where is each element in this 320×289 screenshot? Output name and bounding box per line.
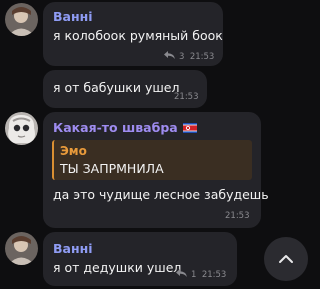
message-time: 21:53 (201, 270, 227, 280)
message-text: да это чудище лесное забудешь (53, 187, 269, 202)
message-text: я колобоок румяный боок (53, 28, 223, 43)
reply-count: 1 (191, 270, 197, 280)
quote-author: Эмо (60, 144, 87, 158)
chat-view: Ванні я колобоок румяный боок 3 21:53 я … (0, 0, 320, 289)
sender-name[interactable]: Ванні (53, 241, 93, 256)
north-korea-flag-icon (183, 121, 198, 136)
avatar[interactable] (5, 112, 38, 145)
message-bubble[interactable]: Ванні я колобоок румяный боок 3 21:53 (43, 2, 223, 66)
message-bubble[interactable]: я от бабушки ушел 21:53 (43, 70, 207, 108)
message-bubble[interactable]: Ванні я от дедушки ушел 1 21:53 (43, 232, 237, 286)
reply-quote[interactable]: Эмо ТЫ ЗАПРМНИЛА (52, 140, 252, 180)
sender-name[interactable]: Ванні (53, 9, 93, 24)
message-meta: 1 21:53 (176, 269, 226, 280)
message-bubble[interactable]: Какая-то швабра Эмо ТЫ ЗАПРМНИЛА да это … (43, 112, 269, 228)
message-time: 21:53 (174, 92, 199, 102)
avatar[interactable] (5, 232, 38, 265)
message-text: я от дедушки ушел (53, 260, 182, 275)
quote-text: ТЫ ЗАПРМНИЛА (60, 161, 164, 176)
message-time: 21:53 (225, 211, 250, 221)
scroll-up-button[interactable] (264, 237, 308, 281)
avatar[interactable] (5, 3, 38, 36)
sender-name-text: Какая-то швабра (53, 120, 178, 135)
message-time: 21:53 (189, 52, 215, 62)
message-text: я от бабушки ушел (53, 80, 180, 95)
sender-name[interactable]: Какая-то швабра (53, 120, 198, 136)
message-meta: 3 21:53 (164, 51, 214, 62)
reply-icon (176, 269, 187, 280)
reply-icon (164, 51, 175, 62)
reply-count: 3 (179, 52, 185, 62)
